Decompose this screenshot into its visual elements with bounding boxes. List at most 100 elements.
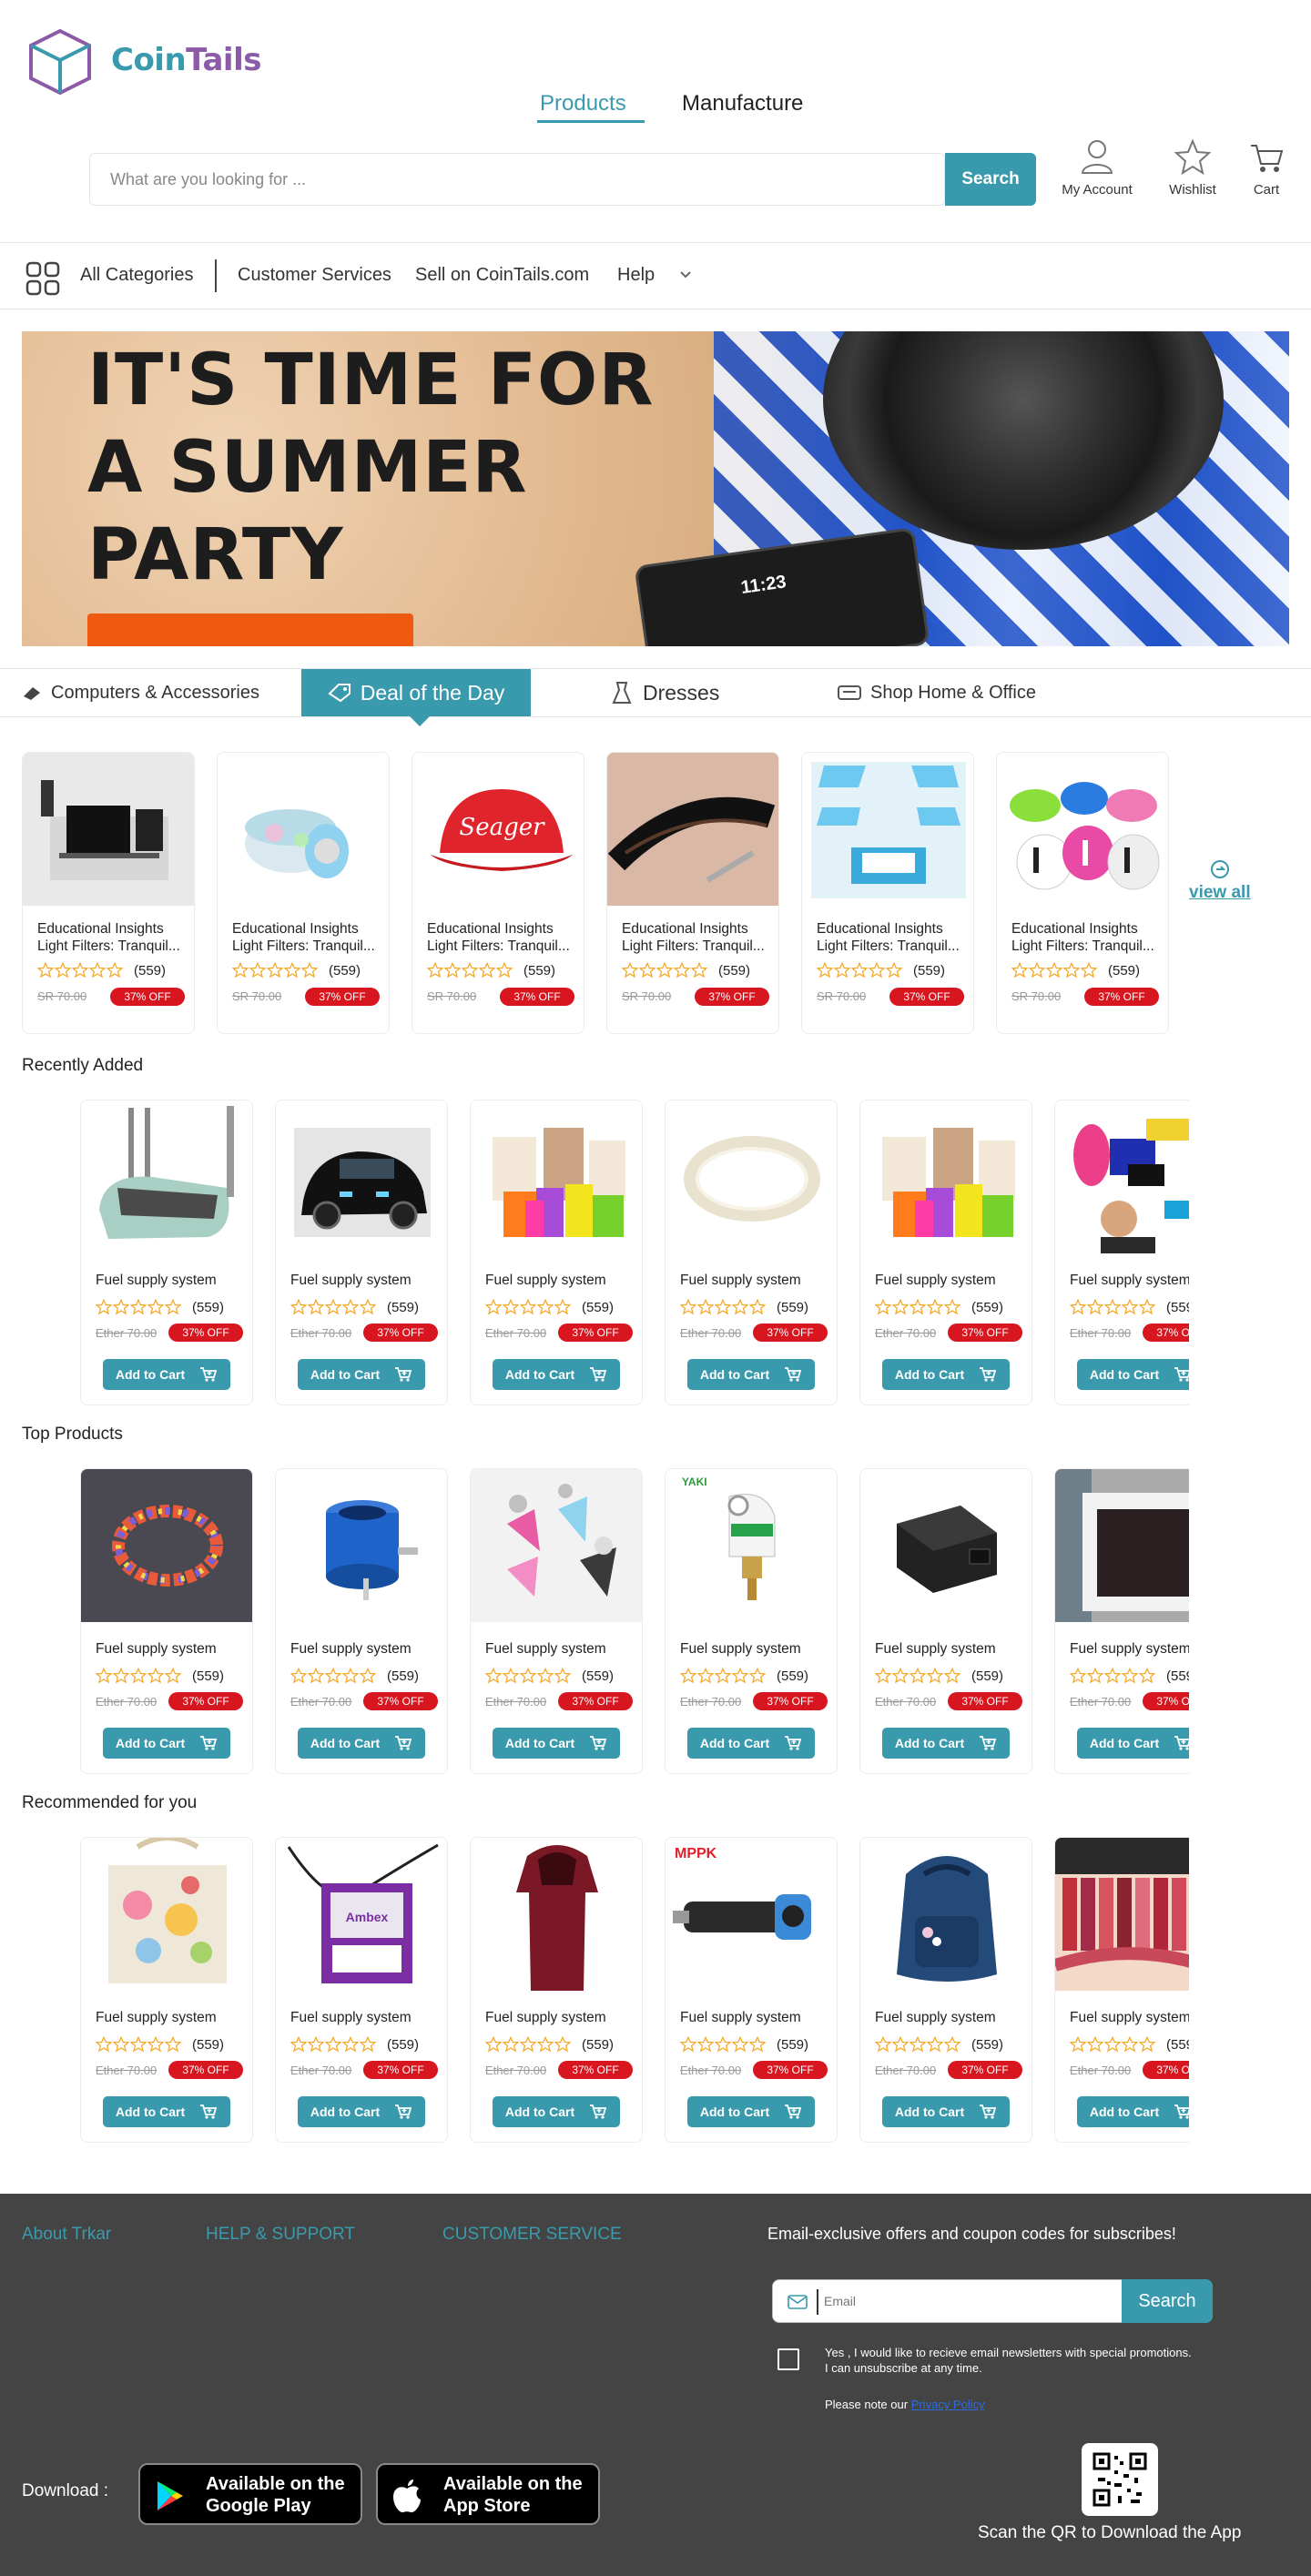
- deal-card[interactable]: Educational Insights Light Filters: Tranq…: [217, 752, 390, 1034]
- tab-dresses[interactable]: Dresses: [610, 669, 719, 716]
- email-input[interactable]: [824, 2280, 1070, 2322]
- product-title[interactable]: Fuel supply system: [1070, 2009, 1189, 2027]
- add-to-cart-button[interactable]: Add to Cart: [103, 1728, 230, 1759]
- product-title-line-2[interactable]: Light Filters: Tranquil...: [1011, 938, 1162, 956]
- nav-all-categories[interactable]: All Categories: [80, 265, 194, 286]
- product-image[interactable]: [1055, 1469, 1189, 1622]
- product-card[interactable]: Fuel supply system (559) Ether 70.00 37% OF…: [859, 1468, 1032, 1774]
- product-image[interactable]: [81, 1838, 252, 1991]
- add-to-cart-button[interactable]: Add to Cart: [1077, 1359, 1189, 1390]
- product-title[interactable]: Fuel supply system: [290, 1640, 441, 1658]
- add-to-cart-button[interactable]: Add to Cart: [493, 1728, 620, 1759]
- product-card[interactable]: Fuel supply system (559) Ether 70.00 37% OF…: [470, 1100, 643, 1405]
- deal-card[interactable]: Educational Insights Light Filters: Tranq…: [996, 752, 1169, 1034]
- product-image[interactable]: Ambex: [276, 1838, 447, 1991]
- add-to-cart-button[interactable]: Add to Cart: [298, 2096, 425, 2127]
- product-title-line-2[interactable]: Light Filters: Tranquil...: [427, 938, 577, 956]
- product-image[interactable]: Seager: [412, 753, 584, 906]
- newsletter-submit-button[interactable]: Search: [1122, 2279, 1213, 2323]
- product-card[interactable]: Fuel supply system (559) Ether 70.00 37% OF…: [665, 1100, 838, 1405]
- add-to-cart-button[interactable]: Add to Cart: [298, 1359, 425, 1390]
- brand-logo[interactable]: [27, 27, 93, 96]
- product-title[interactable]: Fuel supply system: [485, 1272, 635, 1290]
- product-card[interactable]: Fuel supply system (559) Ether 70.00 37% OF…: [1054, 1100, 1189, 1405]
- product-title-line-1[interactable]: Educational Insights: [1011, 920, 1162, 938]
- product-title[interactable]: Fuel supply system: [290, 2009, 441, 2027]
- product-title-line-1[interactable]: Educational Insights: [427, 920, 577, 938]
- add-to-cart-button[interactable]: Add to Cart: [1077, 1728, 1189, 1759]
- product-card[interactable]: Fuel supply system (559) Ether 70.00 37% OF…: [859, 1100, 1032, 1405]
- google-play-button[interactable]: Available on the Google Play: [138, 2463, 362, 2525]
- banner-cta-button[interactable]: [87, 614, 413, 646]
- product-title[interactable]: Fuel supply system: [1070, 1272, 1189, 1290]
- view-all-link[interactable]: view all: [1189, 859, 1251, 903]
- product-title-line-1[interactable]: Educational Insights: [37, 920, 188, 938]
- product-title[interactable]: Fuel supply system: [96, 1272, 246, 1290]
- product-title[interactable]: Fuel supply system: [680, 1272, 830, 1290]
- tab-deal-of-the-day[interactable]: Deal of the Day: [301, 669, 531, 716]
- product-card[interactable]: Fuel supply system (559) Ether 70.00 37% OF…: [1054, 1837, 1189, 2143]
- product-card[interactable]: Fuel supply system (559) Ether 70.00 37% OF…: [859, 1837, 1032, 2143]
- product-title[interactable]: Fuel supply system: [96, 1640, 246, 1658]
- product-title[interactable]: Fuel supply system: [485, 2009, 635, 2027]
- nav-customer-services[interactable]: Customer Services: [238, 265, 391, 286]
- product-card[interactable]: Fuel supply system (559) Ether 70.00 37% OF…: [80, 1468, 253, 1774]
- product-card[interactable]: Fuel supply system (559) Ether 70.00 37% OF…: [1054, 1468, 1189, 1774]
- product-title-line-1[interactable]: Educational Insights: [232, 920, 382, 938]
- product-image[interactable]: [860, 1100, 1032, 1253]
- product-title-line-2[interactable]: Light Filters: Tranquil...: [817, 938, 967, 956]
- footer-link-customer-service[interactable]: CUSTOMER SERVICE: [442, 2225, 622, 2245]
- add-to-cart-button[interactable]: Add to Cart: [687, 1728, 815, 1759]
- add-to-cart-button[interactable]: Add to Cart: [493, 2096, 620, 2127]
- nav-help[interactable]: Help: [617, 265, 655, 286]
- product-image[interactable]: [860, 1469, 1032, 1622]
- add-to-cart-button[interactable]: Add to Cart: [103, 2096, 230, 2127]
- product-image[interactable]: MPPK: [666, 1838, 837, 1991]
- product-image[interactable]: [218, 753, 389, 906]
- grid-icon[interactable]: [25, 261, 60, 296]
- add-to-cart-button[interactable]: Add to Cart: [103, 1359, 230, 1390]
- product-card[interactable]: Fuel supply system (559) Ether 70.00 37% OF…: [80, 1100, 253, 1405]
- product-card[interactable]: YAKI Fuel supply system (559) Ether 70.00 37…: [665, 1468, 838, 1774]
- tab-products[interactable]: Products: [540, 91, 626, 117]
- product-image[interactable]: [802, 753, 973, 906]
- newsletter-consent-checkbox[interactable]: [777, 2348, 799, 2370]
- add-to-cart-button[interactable]: Add to Cart: [882, 1359, 1010, 1390]
- product-image[interactable]: [607, 753, 778, 906]
- tab-shop-home-office[interactable]: Shop Home & Office: [838, 669, 1036, 716]
- product-image[interactable]: [276, 1100, 447, 1253]
- product-card[interactable]: Fuel supply system (559) Ether 70.00 37% OF…: [470, 1837, 643, 2143]
- product-image[interactable]: [666, 1100, 837, 1253]
- product-title-line-2[interactable]: Light Filters: Tranquil...: [232, 938, 382, 956]
- add-to-cart-button[interactable]: Add to Cart: [687, 2096, 815, 2127]
- product-title[interactable]: Fuel supply system: [680, 1640, 830, 1658]
- footer-link-about[interactable]: About Trkar: [22, 2225, 111, 2245]
- product-title[interactable]: Fuel supply system: [96, 2009, 246, 2027]
- product-title[interactable]: Fuel supply system: [680, 2009, 830, 2027]
- deal-card[interactable]: Seager Educational Insights Light Filters:…: [412, 752, 584, 1034]
- add-to-cart-button[interactable]: Add to Cart: [687, 1359, 815, 1390]
- product-image[interactable]: [860, 1838, 1032, 1991]
- deal-card[interactable]: Educational Insights Light Filters: Tranq…: [801, 752, 974, 1034]
- product-image[interactable]: [23, 753, 194, 906]
- product-title-line-2[interactable]: Light Filters: Tranquil...: [622, 938, 772, 956]
- product-title[interactable]: Fuel supply system: [485, 1640, 635, 1658]
- product-card[interactable]: Fuel supply system (559) Ether 70.00 37% OF…: [275, 1468, 448, 1774]
- deal-card[interactable]: Educational Insights Light Filters: Tranq…: [606, 752, 779, 1034]
- product-image[interactable]: [471, 1100, 642, 1253]
- privacy-policy-link[interactable]: Privacy Policy: [911, 2398, 985, 2411]
- nav-sell[interactable]: Sell on CoinTails.com: [415, 265, 589, 286]
- tab-computers-accessories[interactable]: Computers & Accessories: [22, 669, 259, 716]
- cart-button[interactable]: Cart: [1247, 138, 1286, 198]
- my-account-button[interactable]: My Account: [1058, 138, 1136, 198]
- product-title[interactable]: Fuel supply system: [875, 1640, 1025, 1658]
- product-card[interactable]: Fuel supply system (559) Ether 70.00 37% OF…: [80, 1837, 253, 2143]
- product-image[interactable]: [276, 1469, 447, 1622]
- product-image[interactable]: [81, 1469, 252, 1622]
- add-to-cart-button[interactable]: Add to Cart: [298, 1728, 425, 1759]
- search-button[interactable]: Search: [945, 153, 1036, 206]
- search-input[interactable]: [110, 154, 930, 205]
- add-to-cart-button[interactable]: Add to Cart: [1077, 2096, 1189, 2127]
- product-title[interactable]: Fuel supply system: [290, 1272, 441, 1290]
- brand-name[interactable]: CoinTails: [111, 42, 261, 78]
